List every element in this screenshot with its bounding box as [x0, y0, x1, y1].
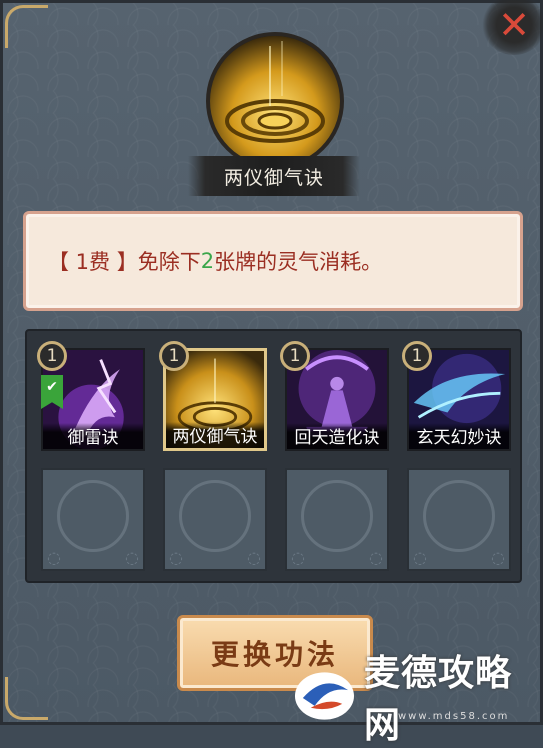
cloud-swirl-icon: ◌	[125, 548, 139, 567]
cloud-swirl-icon: ◌	[413, 548, 427, 567]
desc-prefix: 【 1费 】免除下	[48, 250, 201, 274]
slot-ring	[57, 480, 129, 552]
card-name: 玄天幻妙诀	[409, 423, 509, 449]
card-name: 两仪御气诀	[166, 422, 264, 448]
slot-ring	[301, 480, 373, 552]
desc-suffix: 张牌的灵气消耗。	[214, 250, 383, 274]
cost-badge: 1	[159, 341, 189, 371]
close-x-icon: ✕	[498, 3, 530, 47]
taiji-swirl-icon	[210, 36, 340, 166]
cloud-swirl-icon: ◌	[369, 548, 383, 567]
skill-title: 两仪御气诀	[188, 156, 360, 196]
slot-ring	[423, 480, 495, 552]
cloud-swirl-icon: ◌	[291, 548, 305, 567]
skill-description: 【 1费 】免除下 2 张牌的灵气消耗。	[23, 211, 523, 311]
watermark-url: www.mds58.com	[398, 711, 510, 722]
watermark-text: 麦德攻略网	[363, 652, 512, 746]
cloud-swirl-icon: ◌	[491, 548, 505, 567]
cloud-swirl-icon: ◌	[169, 548, 183, 567]
corner-ornament	[5, 5, 48, 48]
cloud-swirl-icon: ◌	[247, 548, 261, 567]
watermark-logo-icon	[294, 671, 355, 720]
close-button[interactable]: ✕	[492, 3, 536, 47]
card-name: 回天造化诀	[287, 423, 387, 449]
card-name: 御雷诀	[43, 423, 143, 449]
empty-card-slot[interactable]: ◌ ◌	[163, 468, 267, 571]
slot-ring	[179, 480, 251, 552]
cloud-swirl-icon: ◌	[47, 548, 61, 567]
cost-badge: 1	[280, 341, 310, 371]
cost-badge: 1	[402, 341, 432, 371]
empty-card-slot[interactable]: ◌ ◌	[407, 468, 511, 571]
skill-icon	[206, 32, 344, 170]
skill-panel: ✕ 两仪御气诀 【 1费 】免除下 2 张牌的灵气消耗。 御雷诀 两仪御气诀 回…	[0, 0, 543, 746]
empty-card-slot[interactable]: ◌ ◌	[41, 468, 145, 571]
corner-ornament	[5, 677, 48, 720]
empty-card-slot[interactable]: ◌ ◌	[285, 468, 389, 571]
card-grid: 御雷诀 两仪御气诀 回天造化诀 玄天幻妙诀 ◌ ◌ ◌ ◌ ◌ ◌ ◌ ◌	[25, 329, 522, 583]
cost-badge: 1	[37, 341, 67, 371]
desc-highlight-number: 2	[200, 249, 215, 273]
